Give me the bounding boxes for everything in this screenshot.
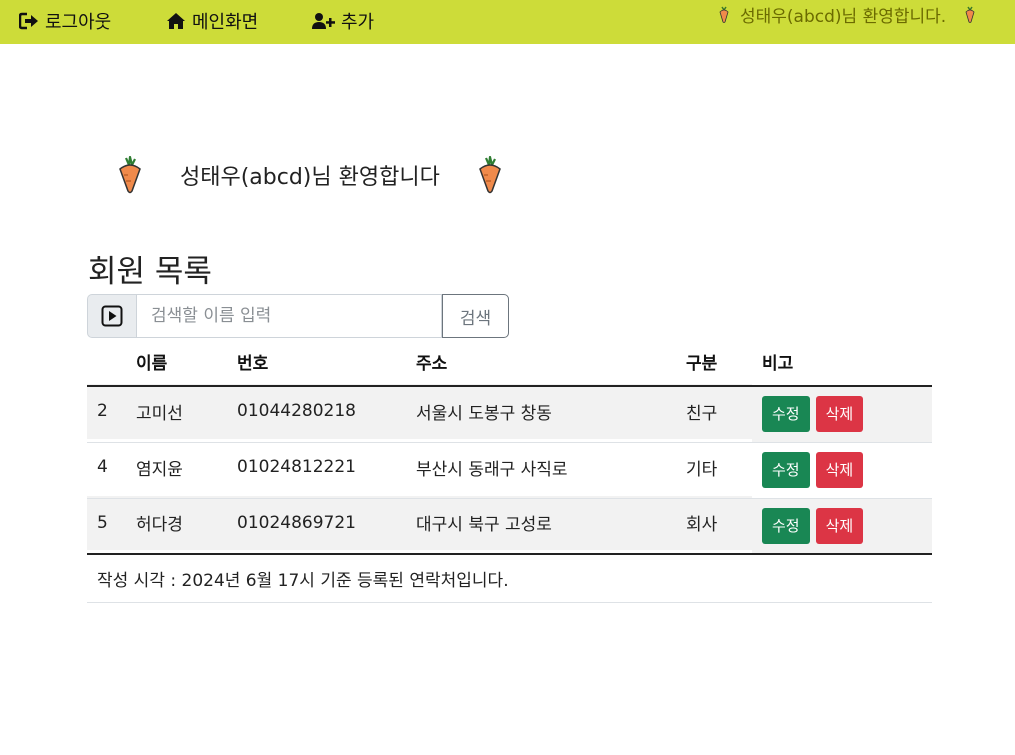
table-header-row: 이름 번호 주소 구분 비고 xyxy=(87,338,932,387)
add-label: 추가 xyxy=(341,12,375,33)
home-link[interactable]: 메인화면 xyxy=(166,9,258,33)
navbar-welcome: 성태우(abcd)님 환영합니다. xyxy=(708,3,976,27)
page-title: 회원 목록 xyxy=(88,254,212,290)
edit-button[interactable]: 수정 xyxy=(762,452,810,488)
logout-label: 로그아웃 xyxy=(45,12,112,33)
row-name: 허다경 xyxy=(136,515,183,536)
delete-button[interactable]: 삭제 xyxy=(815,507,864,544)
logout-link[interactable]: 로그아웃 xyxy=(19,9,111,33)
row-actions: 수정 삭제 xyxy=(752,442,932,498)
row-address: 대구시 북구 고성로 xyxy=(416,515,552,536)
carrot-icon xyxy=(119,156,141,194)
header-address: 주소 xyxy=(406,338,676,387)
header-phone: 번호 xyxy=(227,338,406,387)
row-phone: 01024812221 xyxy=(237,457,356,477)
row-type: 기타 xyxy=(686,459,718,480)
top-navbar: 로그아웃 메인화면 추가 성태우(abcd)님 환영합니다. xyxy=(0,0,1015,44)
navbar-welcome-text: 성태우(abcd)님 환영합니다. xyxy=(740,6,947,27)
row-type: 회사 xyxy=(686,515,718,536)
delete-button[interactable]: 삭제 xyxy=(815,452,864,488)
user-plus-icon xyxy=(312,13,335,29)
header-notes: 비고 xyxy=(752,338,932,387)
header-type: 구분 xyxy=(676,338,752,387)
search-group: 검색 xyxy=(87,294,509,338)
row-id: 5 xyxy=(97,512,108,533)
search-button[interactable]: 검색 xyxy=(442,294,509,338)
table-row: 4 염지윤 01024812221 부산시 동래구 사직로 기타 수정 삭제 xyxy=(87,442,932,498)
row-address: 서울시 도봉구 창동 xyxy=(416,403,552,424)
member-table: 이름 번호 주소 구분 비고 2 고미선 01044280218 서울시 도봉구… xyxy=(87,338,932,555)
add-link[interactable]: 추가 xyxy=(311,9,374,33)
row-actions: 수정 삭제 xyxy=(752,386,932,442)
play-square-icon xyxy=(101,305,123,327)
home-icon xyxy=(167,13,185,29)
welcome-banner: 성태우(abcd)님 환영합니다 xyxy=(116,155,504,195)
row-actions: 수정 삭제 xyxy=(752,498,932,554)
table-row: 2 고미선 01044280218 서울시 도봉구 창동 친구 수정 삭제 xyxy=(87,386,932,442)
row-address: 부산시 동래구 사직로 xyxy=(416,459,568,480)
row-name: 고미선 xyxy=(136,403,183,424)
row-name: 염지윤 xyxy=(136,459,183,480)
search-addon xyxy=(87,294,136,338)
header-name: 이름 xyxy=(126,338,227,387)
header-id xyxy=(87,338,126,387)
carrot-icon xyxy=(965,6,975,23)
table-row: 5 허다경 01024869721 대구시 북구 고성로 회사 수정 삭제 xyxy=(87,498,932,554)
search-input[interactable] xyxy=(136,294,442,338)
carrot-icon xyxy=(478,156,501,194)
row-id: 2 xyxy=(97,401,108,422)
welcome-message: 성태우(abcd)님 환영합니다 xyxy=(180,165,440,190)
row-phone: 01024869721 xyxy=(237,512,356,533)
delete-button[interactable]: 삭제 xyxy=(815,396,864,433)
row-phone: 01044280218 xyxy=(237,401,356,422)
edit-button[interactable]: 수정 xyxy=(762,507,810,544)
home-label: 메인화면 xyxy=(192,12,259,33)
sign-out-icon xyxy=(19,12,38,30)
row-id: 4 xyxy=(97,457,108,477)
table-footnote: 작성 시각 : 2024년 6월 17시 기준 등록된 연락처입니다. xyxy=(87,554,932,603)
edit-button[interactable]: 수정 xyxy=(762,396,810,433)
carrot-icon xyxy=(719,6,729,23)
row-type: 친구 xyxy=(686,403,718,424)
